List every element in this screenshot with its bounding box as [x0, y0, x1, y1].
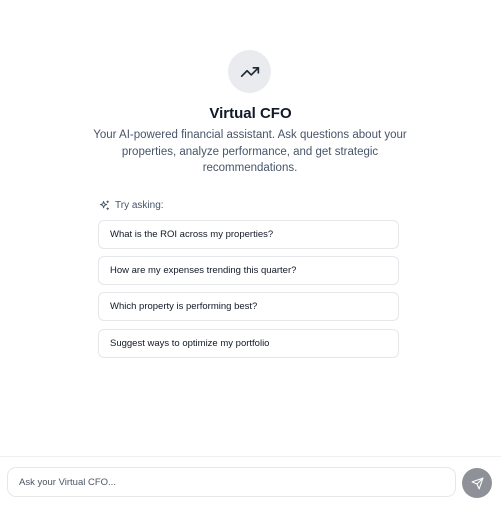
page-title: Virtual CFO [209, 105, 292, 122]
suggestion-label: Suggest ways to optimize my portfolio [110, 338, 270, 349]
try-asking-heading: Try asking: [99, 198, 164, 212]
chat-empty-state: Virtual CFO Your AI-powered financial as… [0, 0, 501, 505]
page-subtitle: Your AI-powered financial assistant. Ask… [93, 129, 407, 174]
send-icon [471, 477, 483, 489]
suggestion-button[interactable]: What is the ROI across my properties? [98, 220, 399, 249]
composer-divider [0, 456, 501, 457]
suggestion-label: How are my expenses trending this quarte… [110, 265, 297, 276]
trending-up-icon [240, 66, 259, 77]
suggestion-button[interactable]: Which property is performing best? [98, 292, 399, 321]
send-button[interactable] [462, 468, 492, 498]
suggestion-button[interactable]: How are my expenses trending this quarte… [98, 256, 399, 285]
suggestion-label: Which property is performing best? [110, 301, 258, 312]
sparkles-icon [99, 199, 110, 210]
suggestion-button[interactable]: Suggest ways to optimize my portfolio [98, 329, 399, 358]
chat-input[interactable] [7, 467, 456, 497]
suggestion-label: What is the ROI across my properties? [110, 229, 274, 240]
try-asking-label: Try asking: [115, 199, 164, 211]
hero-icon-circle [228, 50, 271, 93]
